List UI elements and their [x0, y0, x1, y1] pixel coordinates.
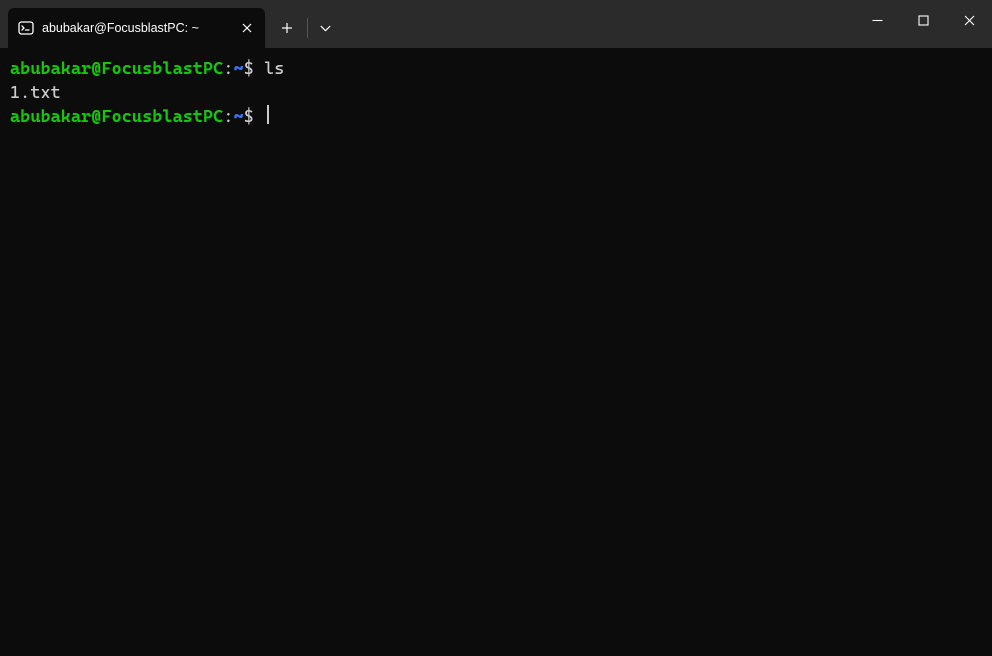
prompt-user-host: abubakar@FocusblastPC	[10, 106, 223, 126]
tab-dropdown-button[interactable]	[310, 12, 342, 44]
tabs-area: abubakar@FocusblastPC: ~	[0, 8, 342, 48]
maximize-button[interactable]	[900, 0, 946, 40]
tab-title: abubakar@FocusblastPC: ~	[42, 21, 199, 35]
terminal-line-prompt: abubakar@FocusblastPC:~$	[10, 104, 982, 128]
terminal-line-prompt: abubakar@FocusblastPC:~$ ls	[10, 56, 982, 80]
minimize-button[interactable]	[854, 0, 900, 40]
close-window-button[interactable]	[946, 0, 992, 40]
prompt-dollar: $	[244, 58, 264, 78]
terminal-content[interactable]: abubakar@FocusblastPC:~$ ls 1.txt abubak…	[0, 48, 992, 136]
output-text: 1.txt	[10, 82, 61, 102]
titlebar: abubakar@FocusblastPC: ~	[0, 0, 992, 48]
prompt-user-host: abubakar@FocusblastPC	[10, 58, 223, 78]
prompt-path: ~	[234, 58, 244, 78]
tab-active[interactable]: abubakar@FocusblastPC: ~	[8, 8, 265, 48]
prompt-path: ~	[234, 106, 244, 126]
command-text: ls	[264, 58, 284, 78]
terminal-icon	[18, 20, 34, 36]
prompt-dollar: $	[244, 106, 264, 126]
new-tab-button[interactable]	[269, 12, 305, 44]
tab-close-button[interactable]	[237, 18, 257, 38]
prompt-colon: :	[223, 58, 233, 78]
cursor	[267, 105, 269, 124]
terminal-line-output: 1.txt	[10, 80, 982, 104]
prompt-colon: :	[223, 106, 233, 126]
window-controls	[854, 0, 992, 40]
divider	[307, 18, 308, 38]
